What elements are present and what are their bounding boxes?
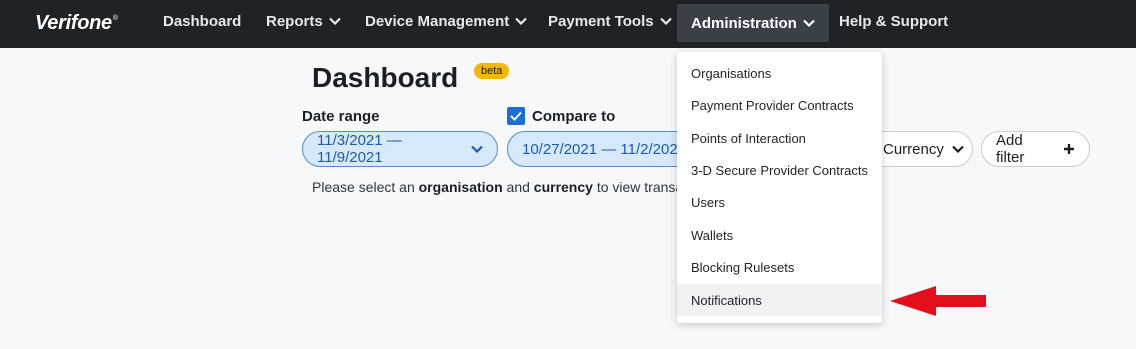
chevron-down-icon <box>515 17 528 25</box>
menu-item-users[interactable]: Users <box>677 186 882 218</box>
menu-item-blocking-rulesets[interactable]: Blocking Rulesets <box>677 251 882 283</box>
nav-help-support-label: Help & Support <box>839 12 949 30</box>
check-icon <box>510 111 522 121</box>
administration-dropdown: Organisations Payment Provider Contracts… <box>677 52 882 323</box>
nav-payment-tools-label: Payment Tools <box>548 12 654 30</box>
info-currency: currency <box>533 179 593 195</box>
nav-dashboard[interactable]: Dashboard <box>163 0 241 42</box>
nav-administration[interactable]: Administration <box>677 4 829 42</box>
registered-mark: ® <box>112 15 118 22</box>
plus-icon <box>1063 143 1075 155</box>
nav-reports[interactable]: Reports <box>266 0 341 42</box>
menu-item-label: Users <box>691 194 725 210</box>
menu-item-label: Notifications <box>691 292 762 308</box>
currency-filter-button[interactable]: Currency <box>866 131 973 167</box>
menu-item-label: Wallets <box>691 227 734 243</box>
nav-reports-label: Reports <box>266 12 323 30</box>
menu-item-notifications[interactable]: Notifications <box>677 284 882 316</box>
red-arrow-icon <box>890 286 986 321</box>
nav-device-management[interactable]: Device Management <box>365 0 528 42</box>
nav-device-management-label: Device Management <box>365 12 510 30</box>
menu-item-payment-provider-contracts[interactable]: Payment Provider Contracts <box>677 89 882 121</box>
menu-item-label: Blocking Rulesets <box>691 259 795 275</box>
chevron-down-icon <box>803 19 815 27</box>
date-range-value: 11/3/2021 — 11/9/2021 <box>317 132 402 166</box>
menu-item-points-of-interaction[interactable]: Points of Interaction <box>677 122 882 154</box>
chevron-down-icon <box>952 145 964 153</box>
menu-item-wallets[interactable]: Wallets <box>677 219 882 251</box>
info-message: Please select an organisation and curren… <box>312 179 720 195</box>
chevron-down-icon <box>328 17 341 25</box>
nav-administration-label: Administration <box>691 14 797 32</box>
beta-badge: beta <box>474 63 510 79</box>
date-range-picker[interactable]: 11/3/2021 — 11/9/2021 <box>302 131 498 167</box>
page-title: Dashboard <box>312 62 459 93</box>
add-filter-button[interactable]: Add filter <box>981 131 1090 167</box>
menu-item-label: Organisations <box>691 65 772 81</box>
verifone-logo[interactable]: Verifone® <box>35 12 118 35</box>
nav-dashboard-label: Dashboard <box>163 12 242 30</box>
menu-item-3ds-provider-contracts[interactable]: 3-D Secure Provider Contracts <box>677 154 882 186</box>
chevron-down-icon <box>659 17 672 25</box>
logo-text: Verifone <box>35 12 112 34</box>
compare-checkbox[interactable] <box>507 107 525 125</box>
info-organisation: organisation <box>418 179 503 195</box>
info-middle: and <box>502 179 534 195</box>
menu-item-organisations[interactable]: Organisations <box>677 57 882 89</box>
chevron-down-icon <box>471 145 483 153</box>
menu-item-label: Payment Provider Contracts <box>691 97 854 113</box>
date-range-label: Date range <box>302 108 380 125</box>
compare-to-label: Compare to <box>532 108 616 125</box>
info-prefix: Please select an <box>312 179 419 195</box>
top-navbar: Verifone® Dashboard Reports Device Manag… <box>0 0 1136 48</box>
nav-help-support[interactable]: Help & Support <box>839 0 948 42</box>
nav-payment-tools[interactable]: Payment Tools <box>548 0 672 42</box>
currency-label: Currency <box>883 140 944 158</box>
compare-date-value: 10/27/2021 — 11/2/2021 <box>522 140 687 158</box>
menu-item-label: Points of Interaction <box>691 130 806 146</box>
menu-item-label: 3-D Secure Provider Contracts <box>691 162 869 178</box>
add-filter-label: Add filter <box>996 132 1025 166</box>
